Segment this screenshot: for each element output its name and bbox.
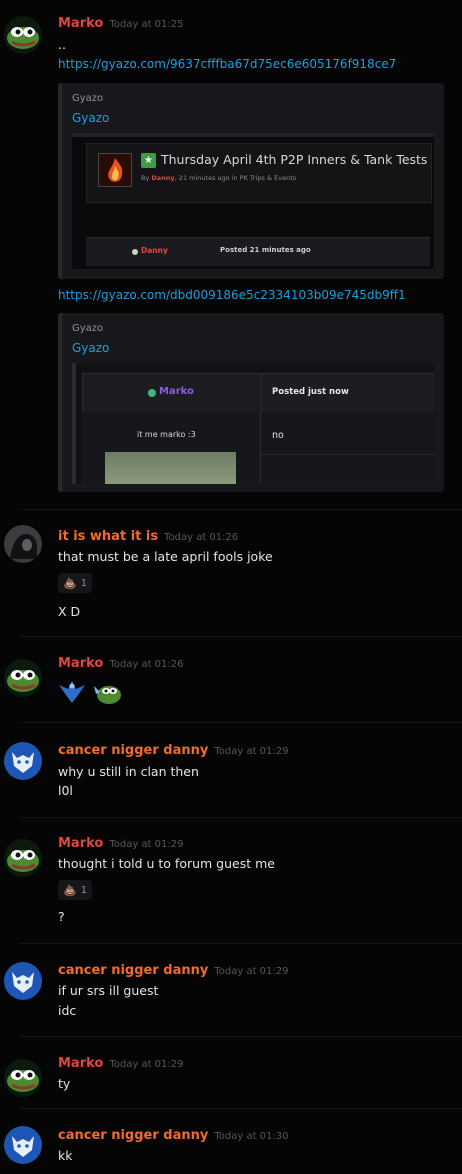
online-status-icon bbox=[148, 389, 156, 397]
reaction-count: 1 bbox=[80, 884, 88, 896]
avatar[interactable] bbox=[4, 525, 42, 563]
thread-header: ★ Thursday April 4th P2P Inners & Tank T… bbox=[86, 143, 432, 203]
message-text: idc bbox=[58, 1003, 77, 1018]
message-link[interactable]: https://gyazo.com/dbd009186e5c2334103b09… bbox=[58, 288, 406, 302]
user-photo bbox=[105, 452, 236, 484]
star-icon: ★ bbox=[141, 153, 156, 168]
avatar[interactable] bbox=[4, 742, 42, 780]
reaction-button[interactable]: 💩 1 bbox=[58, 880, 93, 900]
pepe-avatar-icon bbox=[7, 1070, 39, 1092]
wolf-avatar-icon bbox=[4, 1126, 42, 1164]
message-text: l0l bbox=[58, 783, 73, 798]
message-text: that must be a late april fools joke bbox=[58, 549, 273, 564]
post-header: Danny Posted 21 minutes ago bbox=[86, 237, 430, 266]
message-text: thought i told u to forum guest me bbox=[58, 856, 275, 871]
link-embed: Gyazo Gyazo Marko Posted just now it me … bbox=[58, 313, 444, 492]
avatar[interactable] bbox=[4, 1059, 42, 1097]
post-author: Marko bbox=[159, 386, 194, 397]
author-name[interactable]: Marko Today at 01:25 bbox=[58, 16, 184, 31]
message-text: .. bbox=[58, 37, 66, 52]
avatar[interactable] bbox=[4, 1126, 42, 1164]
message-link[interactable]: https://gyazo.com/9637cfffba67d75ec6e605… bbox=[58, 57, 396, 71]
reaction-count: 1 bbox=[80, 577, 88, 589]
timestamp: Today at 01:29 bbox=[109, 1059, 184, 1070]
timestamp: Today at 01:26 bbox=[164, 532, 239, 543]
post-time: Posted 21 minutes ago bbox=[220, 246, 311, 254]
timestamp: Today at 01:25 bbox=[109, 19, 184, 30]
embed-provider[interactable]: Gyazo bbox=[72, 323, 103, 334]
message-text: ty bbox=[58, 1076, 71, 1091]
message-text: kk bbox=[58, 1148, 73, 1163]
pepe-avatar-icon bbox=[7, 850, 39, 872]
wolf-avatar-icon bbox=[4, 742, 42, 780]
message-divider bbox=[20, 722, 462, 723]
poop-emoji-icon: 💩 bbox=[63, 883, 77, 897]
embed-provider[interactable]: Gyazo bbox=[72, 93, 103, 104]
message-divider bbox=[20, 1108, 462, 1109]
avatar[interactable] bbox=[4, 16, 42, 54]
author-name[interactable]: it is what it is Today at 01:26 bbox=[58, 529, 238, 544]
message-text: why u still in clan then bbox=[58, 764, 199, 779]
poop-emoji-icon: 💩 bbox=[63, 576, 77, 590]
author-name[interactable]: Marko Today at 01:26 bbox=[58, 656, 184, 671]
message-divider bbox=[20, 636, 462, 637]
post-header: Marko Posted just now bbox=[82, 373, 434, 413]
author-name[interactable]: cancer nigger danny Today at 01:29 bbox=[58, 743, 289, 758]
thread-meta: By Danny, 21 minutes ago in PK Trips & E… bbox=[141, 174, 297, 182]
post-time: Posted just now bbox=[272, 387, 349, 397]
message-text: X D bbox=[58, 604, 81, 619]
author-name[interactable]: Marko Today at 01:29 bbox=[58, 836, 184, 851]
timestamp: Today at 01:26 bbox=[109, 659, 184, 670]
post-body: no bbox=[272, 430, 284, 441]
message-divider bbox=[20, 943, 462, 944]
message-divider bbox=[20, 509, 462, 510]
timestamp: Today at 01:30 bbox=[214, 1131, 289, 1142]
avatar[interactable] bbox=[4, 839, 42, 877]
timestamp: Today at 01:29 bbox=[214, 746, 289, 757]
fire-icon bbox=[98, 153, 132, 187]
author-name[interactable]: Marko Today at 01:29 bbox=[58, 1056, 184, 1071]
post-author: Danny bbox=[141, 246, 168, 255]
message-divider bbox=[20, 817, 462, 818]
status-dot-icon bbox=[132, 249, 138, 255]
link-embed: Gyazo Gyazo ★ Thursday April 4th P2P Inn… bbox=[58, 83, 444, 279]
pepe-avatar-icon bbox=[7, 27, 39, 49]
avatar[interactable] bbox=[4, 962, 42, 1000]
embed-title[interactable]: Gyazo bbox=[72, 341, 109, 355]
eagle-emoji-icon bbox=[58, 677, 86, 705]
message-text: ? bbox=[58, 909, 65, 924]
embed-image[interactable]: Marko Posted just now it me marko :3 no bbox=[72, 363, 434, 484]
message-text: if ur srs ill guest bbox=[58, 983, 159, 998]
reaction-button[interactable]: 💩 1 bbox=[58, 573, 93, 593]
timestamp: Today at 01:29 bbox=[109, 839, 184, 850]
embed-title[interactable]: Gyazo bbox=[72, 111, 109, 125]
timestamp: Today at 01:29 bbox=[214, 966, 289, 977]
avatar[interactable] bbox=[4, 659, 42, 697]
embed-image[interactable]: ★ Thursday April 4th P2P Inners & Tank T… bbox=[72, 133, 434, 269]
user-signature: it me marko :3 bbox=[137, 430, 196, 439]
pepe-emoji-icon bbox=[91, 680, 123, 706]
thread-title: Thursday April 4th P2P Inners & Tank Tes… bbox=[161, 152, 428, 167]
pepe-avatar-icon bbox=[7, 670, 39, 692]
wolf-avatar-icon bbox=[4, 962, 42, 1000]
author-name[interactable]: cancer nigger danny Today at 01:30 bbox=[58, 1128, 289, 1143]
message-divider bbox=[20, 1036, 462, 1037]
author-name[interactable]: cancer nigger danny Today at 01:29 bbox=[58, 963, 289, 978]
hooded-figure-icon bbox=[4, 525, 42, 563]
